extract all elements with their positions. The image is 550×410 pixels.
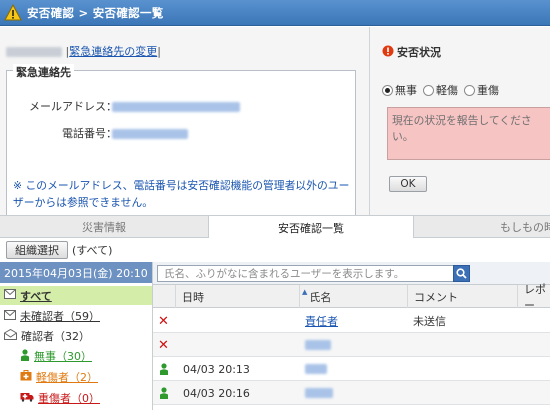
top-section: |緊急連絡先の変更| 緊急連絡先 メールアドレス： 電話番号： ※ このメールア…	[0, 27, 550, 218]
filter-serious[interactable]: 重傷者（0）	[20, 390, 100, 406]
open-mail-icon	[4, 328, 17, 343]
privacy-note: ※ このメールアドレス、電話番号は安否確認機能の管理者以外のユーザーからは参照で…	[13, 179, 350, 209]
comment-cell: 未送信	[413, 315, 446, 328]
filter-serious-label: 重傷者（0）	[38, 392, 100, 405]
alert-icon	[382, 45, 394, 60]
radio-minor-indicator[interactable]	[423, 84, 434, 96]
person-green-icon	[20, 348, 30, 364]
user-name-link[interactable]: 責任者	[305, 313, 338, 329]
ok-button[interactable]: OK	[389, 176, 427, 192]
filter-minor-label: 軽傷者（2）	[36, 371, 98, 384]
filter-all[interactable]: すべて	[0, 286, 152, 305]
mail-icon	[4, 309, 16, 323]
vertical-divider	[369, 27, 370, 215]
header-datetime[interactable]: 日時	[175, 285, 299, 308]
radio-safe-indicator[interactable]	[382, 84, 393, 96]
radio-serious-label: 重傷	[477, 84, 499, 97]
ambulance-icon	[20, 391, 34, 405]
warning-icon	[2, 2, 24, 24]
user-name-redacted	[6, 47, 62, 57]
header-name-label: 氏名	[309, 290, 332, 304]
page-title: 安否確認 > 安否確認一覧	[27, 5, 164, 20]
filter-confirmed[interactable]: 確認者（32）	[4, 328, 90, 344]
phone-label: 電話番号：	[62, 127, 117, 140]
filter-safe[interactable]: 無事（30）	[20, 348, 92, 364]
radio-safe[interactable]: 無事	[382, 82, 417, 98]
header-status-column	[153, 285, 175, 308]
table-row[interactable]: ✕ 責任者 未送信	[153, 309, 550, 333]
change-contact-link[interactable]: 緊急連絡先の変更	[69, 45, 157, 58]
user-name-redacted[interactable]	[305, 388, 333, 398]
search-button[interactable]	[453, 264, 470, 282]
status-heading: 安否状況	[382, 44, 550, 60]
user-line: |緊急連絡先の変更|	[6, 43, 161, 59]
radio-safe-label: 無事	[395, 84, 417, 97]
title-bar: 安否確認 > 安否確認一覧	[0, 0, 550, 26]
datetime-cell: 04/03 20:13	[183, 362, 250, 376]
filter-all-label: すべて	[20, 289, 52, 303]
first-aid-icon	[20, 370, 32, 384]
search-input[interactable]: 氏名、ふりがなに含まれるユーザーを表示します。	[157, 264, 470, 282]
status-radio-group: 無事 軽傷 重傷	[382, 82, 550, 98]
filter-confirmed-label: 確認者（32）	[21, 330, 90, 343]
person-green-icon	[159, 357, 169, 381]
table-row[interactable]: 04/03 20:16	[153, 381, 550, 405]
unconfirmed-x-icon: ✕	[158, 337, 169, 353]
person-green-icon	[159, 381, 169, 405]
status-report-textarea[interactable]: 現在の状況を報告してください。	[387, 107, 550, 160]
sort-up-icon: ▲	[302, 287, 308, 296]
radio-minor[interactable]: 軽傷	[423, 82, 458, 98]
tab-safety-list[interactable]: 安否確認一覧	[208, 216, 414, 239]
tab-disaster-info[interactable]: 災害情報	[0, 216, 208, 238]
scope-label: (すべて)	[72, 244, 113, 257]
emergency-contact-legend: 緊急連絡先	[13, 64, 74, 80]
status-filter-pane: 2015年04月03日(金) 20:10 すべて 未確認者（59） 確認者（32…	[0, 262, 153, 410]
emergency-contact-panel: 緊急連絡先 メールアドレス： 電話番号： ※ このメールアドレス、電話番号は安否…	[6, 64, 356, 218]
toolbar: 組織選択 (すべて)	[0, 238, 550, 262]
header-name[interactable]: ▲ 氏名	[299, 285, 407, 308]
radio-serious[interactable]: 重傷	[464, 82, 499, 98]
phone-value-redacted	[112, 129, 188, 139]
org-select-button[interactable]: 組織選択	[6, 241, 68, 259]
user-list-pane: 氏名、ふりがなに含まれるユーザーを表示します。 日時 ▲ 氏名 コメント レポー…	[153, 262, 550, 410]
unconfirmed-x-icon: ✕	[158, 313, 169, 329]
header-report[interactable]: レポー	[517, 283, 550, 312]
filter-minor[interactable]: 軽傷者（2）	[20, 369, 98, 385]
search-icon	[456, 267, 467, 279]
radio-minor-label: 軽傷	[436, 84, 458, 97]
email-label: メールアドレス：	[29, 100, 117, 113]
table-row[interactable]: ✕	[153, 333, 550, 357]
user-name-redacted[interactable]	[305, 364, 327, 374]
email-value-redacted	[112, 102, 240, 112]
mail-icon	[4, 289, 16, 302]
datetime-cell: 04/03 20:16	[183, 386, 250, 400]
radio-serious-indicator[interactable]	[464, 84, 475, 96]
table-row[interactable]: 04/03 20:13	[153, 357, 550, 381]
filter-safe-label: 無事（30）	[34, 350, 92, 363]
search-bar: 氏名、ふりがなに含まれるユーザーを表示します。	[153, 262, 550, 285]
status-panel: 安否状況 無事 軽傷 重傷 現在の状況を報告してください。 OK	[382, 44, 550, 192]
user-name-redacted[interactable]	[305, 340, 331, 350]
status-title: 安否状況	[397, 46, 441, 59]
filter-unconfirmed-label: 未確認者（59）	[20, 310, 100, 323]
table-header: 日時 ▲ 氏名 コメント レポー	[153, 283, 550, 312]
tab-emergency[interactable]: もしもの時	[414, 216, 550, 238]
filter-unconfirmed[interactable]: 未確認者（59）	[4, 308, 100, 324]
header-comment[interactable]: コメント	[407, 285, 517, 308]
date-bar: 2015年04月03日(金) 20:10	[0, 262, 152, 283]
search-placeholder: 氏名、ふりがなに含まれるユーザーを表示します。	[164, 267, 405, 280]
tab-bar: 災害情報 安否確認一覧 もしもの時	[0, 215, 550, 239]
